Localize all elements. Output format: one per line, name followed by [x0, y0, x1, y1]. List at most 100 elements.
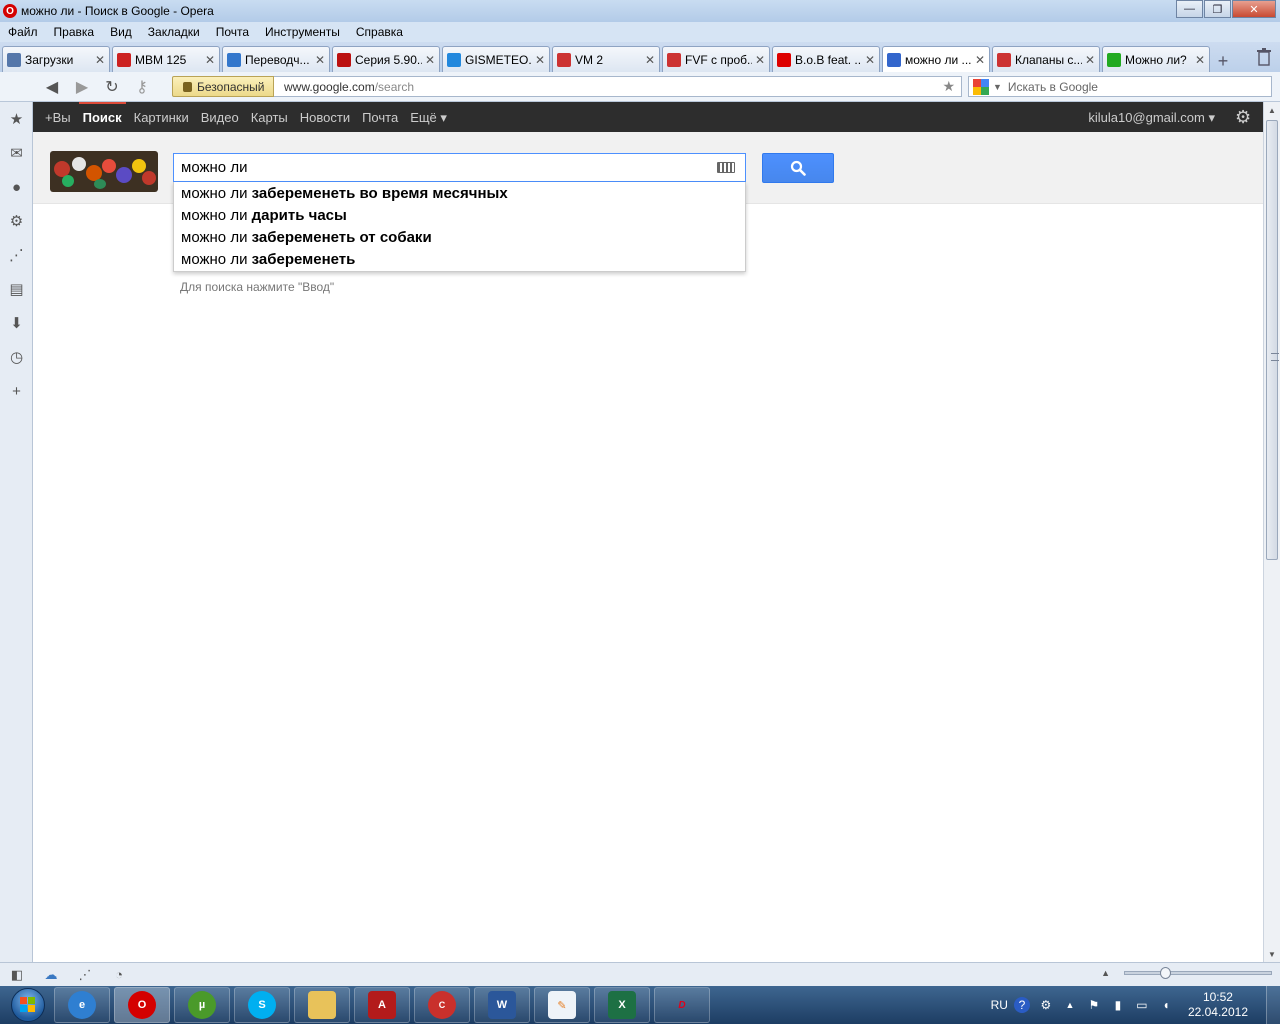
opera-link-icon[interactable]: ⋰	[68, 964, 102, 986]
new-tab-button[interactable]: +	[1212, 50, 1234, 72]
scroll-up-arrow-icon[interactable]: ▲	[1264, 102, 1280, 118]
minimize-button[interactable]: —	[1176, 0, 1203, 18]
gbar-news[interactable]: Новости	[300, 102, 350, 132]
suggestion-item[interactable]: можно ли забеременеть от собаки	[174, 227, 745, 249]
settings-tray-icon[interactable]: ⚙	[1038, 997, 1054, 1013]
help-icon[interactable]: ?	[1013, 997, 1030, 1013]
zoom-slider[interactable]	[1124, 967, 1272, 979]
tab-10[interactable]: Можно ли? ✕	[1102, 46, 1210, 72]
taskbar-snip[interactable]: С	[414, 987, 470, 1023]
tab-3[interactable]: Серия 5.90... ✕	[332, 46, 440, 72]
gbar-images[interactable]: Картинки	[134, 102, 189, 132]
show-desktop-button[interactable]	[1266, 986, 1280, 1024]
menu-edit[interactable]: Правка	[54, 25, 95, 39]
reload-icon[interactable]: ↻	[100, 75, 124, 99]
network-signal-icon[interactable]: ▮	[1110, 997, 1126, 1013]
maximize-button[interactable]: ❐	[1204, 0, 1231, 18]
tab-0[interactable]: Загрузки ✕	[2, 46, 110, 72]
tab-close-icon[interactable]: ✕	[645, 53, 655, 67]
bookmarks-star-icon[interactable]: ★	[0, 102, 33, 136]
clock[interactable]: 10:52 22.04.2012	[1188, 990, 1248, 1020]
taskbar-excel[interactable]: X	[594, 987, 650, 1023]
gbar-more[interactable]: Ещё ▾	[410, 102, 447, 132]
tab-1[interactable]: MBM 125 ✕	[112, 46, 220, 72]
google-settings-gear-icon[interactable]: ⚙	[1235, 108, 1253, 126]
key-icon[interactable]: ⚷	[130, 75, 154, 99]
menu-file[interactable]: Файл	[8, 25, 38, 39]
bookmark-star-icon[interactable]: ★	[942, 78, 955, 95]
taskbar-app[interactable]: ✎	[534, 987, 590, 1023]
menu-help[interactable]: Справка	[356, 25, 403, 39]
settings-gear-icon[interactable]: ⚙	[0, 204, 33, 238]
zoom-expand-arrow-icon[interactable]: ▲	[1101, 968, 1110, 978]
suggestion-item[interactable]: можно ли забеременеть	[174, 249, 745, 271]
turbo-icon[interactable]: ◔	[102, 964, 136, 986]
browser-search-input[interactable]: ▼ Искать в Google	[968, 76, 1272, 97]
search-engine-dropdown-icon[interactable]: ▼	[993, 82, 1002, 92]
start-button[interactable]	[6, 986, 50, 1024]
tab-close-icon[interactable]: ✕	[975, 53, 985, 67]
trash-icon[interactable]	[1256, 48, 1272, 66]
tab-close-icon[interactable]: ✕	[425, 53, 435, 67]
tab-2[interactable]: Переводч... ✕	[222, 46, 330, 72]
suggestion-item[interactable]: можно ли забеременеть во время месячных	[174, 183, 745, 205]
taskbar-opera[interactable]: O	[114, 987, 170, 1023]
mail-icon[interactable]: ✉	[0, 136, 33, 170]
taskbar-explorer[interactable]	[294, 987, 350, 1023]
taskbar-word[interactable]: W	[474, 987, 530, 1023]
tab-close-icon[interactable]: ✕	[755, 53, 765, 67]
action-center-flag-icon[interactable]: ⚑	[1086, 997, 1102, 1013]
google-search-button[interactable]	[762, 153, 834, 183]
tab-close-icon[interactable]: ✕	[865, 53, 875, 67]
menu-view[interactable]: Вид	[110, 25, 132, 39]
url-input[interactable]: www.google.com/search ★	[274, 76, 962, 97]
tab-7[interactable]: B.o.B feat. ... ✕	[772, 46, 880, 72]
notes-icon[interactable]: ▤	[0, 272, 33, 306]
gbar-mail[interactable]: Почта	[362, 102, 398, 132]
zoom-slider-knob[interactable]	[1159, 967, 1171, 979]
gbar-maps[interactable]: Карты	[251, 102, 288, 132]
menu-tools[interactable]: Инструменты	[265, 25, 340, 39]
tab-6[interactable]: FVF с проб... ✕	[662, 46, 770, 72]
google-doodle-logo[interactable]	[50, 151, 158, 192]
virtual-keyboard-icon[interactable]	[717, 162, 735, 173]
gbar-search[interactable]: Поиск	[78, 102, 126, 132]
close-button[interactable]: ✕	[1232, 0, 1276, 18]
tab-close-icon[interactable]: ✕	[95, 53, 105, 67]
history-clock-icon[interactable]: ◷	[0, 340, 33, 374]
taskbar-utorrent[interactable]: µ	[174, 987, 230, 1023]
tab-9[interactable]: Клапаны с... ✕	[992, 46, 1100, 72]
tab-5[interactable]: VM 2 ✕	[552, 46, 660, 72]
scroll-down-arrow-icon[interactable]: ▼	[1264, 946, 1280, 962]
add-panel-plus-icon[interactable]: +	[0, 374, 33, 408]
tab-close-icon[interactable]: ✕	[205, 53, 215, 67]
taskbar-skype[interactable]: S	[234, 987, 290, 1023]
tab-8[interactable]: можно ли ... ✕	[882, 46, 990, 72]
scroll-thumb[interactable]	[1266, 120, 1279, 560]
power-icon[interactable]: ▭	[1134, 997, 1150, 1013]
gbar-plus-you[interactable]: +Вы	[45, 102, 71, 132]
tab-close-icon[interactable]: ✕	[535, 53, 545, 67]
panel-toggle-icon[interactable]: ◧	[0, 964, 34, 986]
tab-4[interactable]: GISMETEO....✕	[442, 46, 550, 72]
tab-close-icon[interactable]: ✕	[1195, 53, 1205, 67]
account-menu[interactable]: kilula10@gmail.com ▾	[1088, 102, 1215, 134]
menu-bookmarks[interactable]: Закладки	[148, 25, 200, 39]
contacts-person-icon[interactable]: ●	[0, 170, 33, 204]
google-search-input[interactable]: можно ли	[173, 153, 746, 182]
downloads-icon[interactable]: ⬇	[0, 306, 33, 340]
tab-close-icon[interactable]: ✕	[1085, 53, 1095, 67]
tab-close-icon[interactable]: ✕	[315, 53, 325, 67]
security-badge[interactable]: Безопасный	[172, 76, 274, 97]
volume-speaker-icon[interactable]: ◖	[1158, 997, 1174, 1013]
vertical-scrollbar[interactable]: ▲ ▼	[1263, 102, 1280, 962]
suggestion-item[interactable]: можно ли дарить часы	[174, 205, 745, 227]
back-arrow-icon[interactable]: ◀	[40, 75, 64, 99]
forward-arrow-icon[interactable]: ▶	[70, 75, 94, 99]
taskbar-danfoss[interactable]: D	[654, 987, 710, 1023]
opera-unite-cloud-icon[interactable]: ☁	[34, 964, 68, 986]
menu-mail[interactable]: Почта	[216, 25, 249, 39]
taskbar-autocad[interactable]: A	[354, 987, 410, 1023]
language-indicator[interactable]: RU	[991, 998, 1008, 1012]
show-hidden-icons-icon[interactable]: ▲	[1062, 997, 1078, 1013]
